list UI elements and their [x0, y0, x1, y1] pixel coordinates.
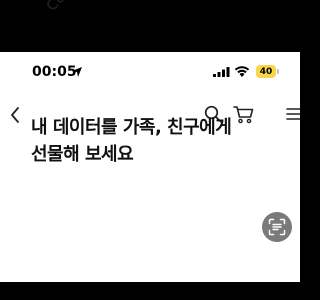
battery-indicator: 40 [256, 65, 276, 78]
bottom-frame [0, 282, 300, 300]
menu-icon[interactable] [285, 106, 300, 122]
cart-icon[interactable] [233, 105, 254, 124]
headline-line-2: 선물해 보세요 [31, 144, 134, 165]
status-time: 00:05 [32, 64, 77, 80]
wifi-icon [234, 66, 250, 77]
battery-cap [277, 69, 279, 74]
location-arrow-icon [72, 67, 82, 77]
scan-button[interactable] [262, 212, 292, 242]
battery-level: 40 [259, 66, 273, 77]
headline-line-1: 내 데이터를 가족, 친구에게 [31, 117, 232, 138]
scan-text-icon [268, 218, 286, 236]
back-chevron-icon[interactable] [9, 105, 21, 125]
headline: 내 데이터를 가족, 친구에게 선물해 보세요 [31, 114, 232, 168]
phone-screen: 00:05 40 내 데이터를 가족, 친구에게 선물해 보세요 [0, 52, 300, 282]
top-frame [0, 0, 300, 52]
cellular-signal-icon [213, 67, 230, 77]
status-bar: 00:05 40 [0, 52, 300, 92]
